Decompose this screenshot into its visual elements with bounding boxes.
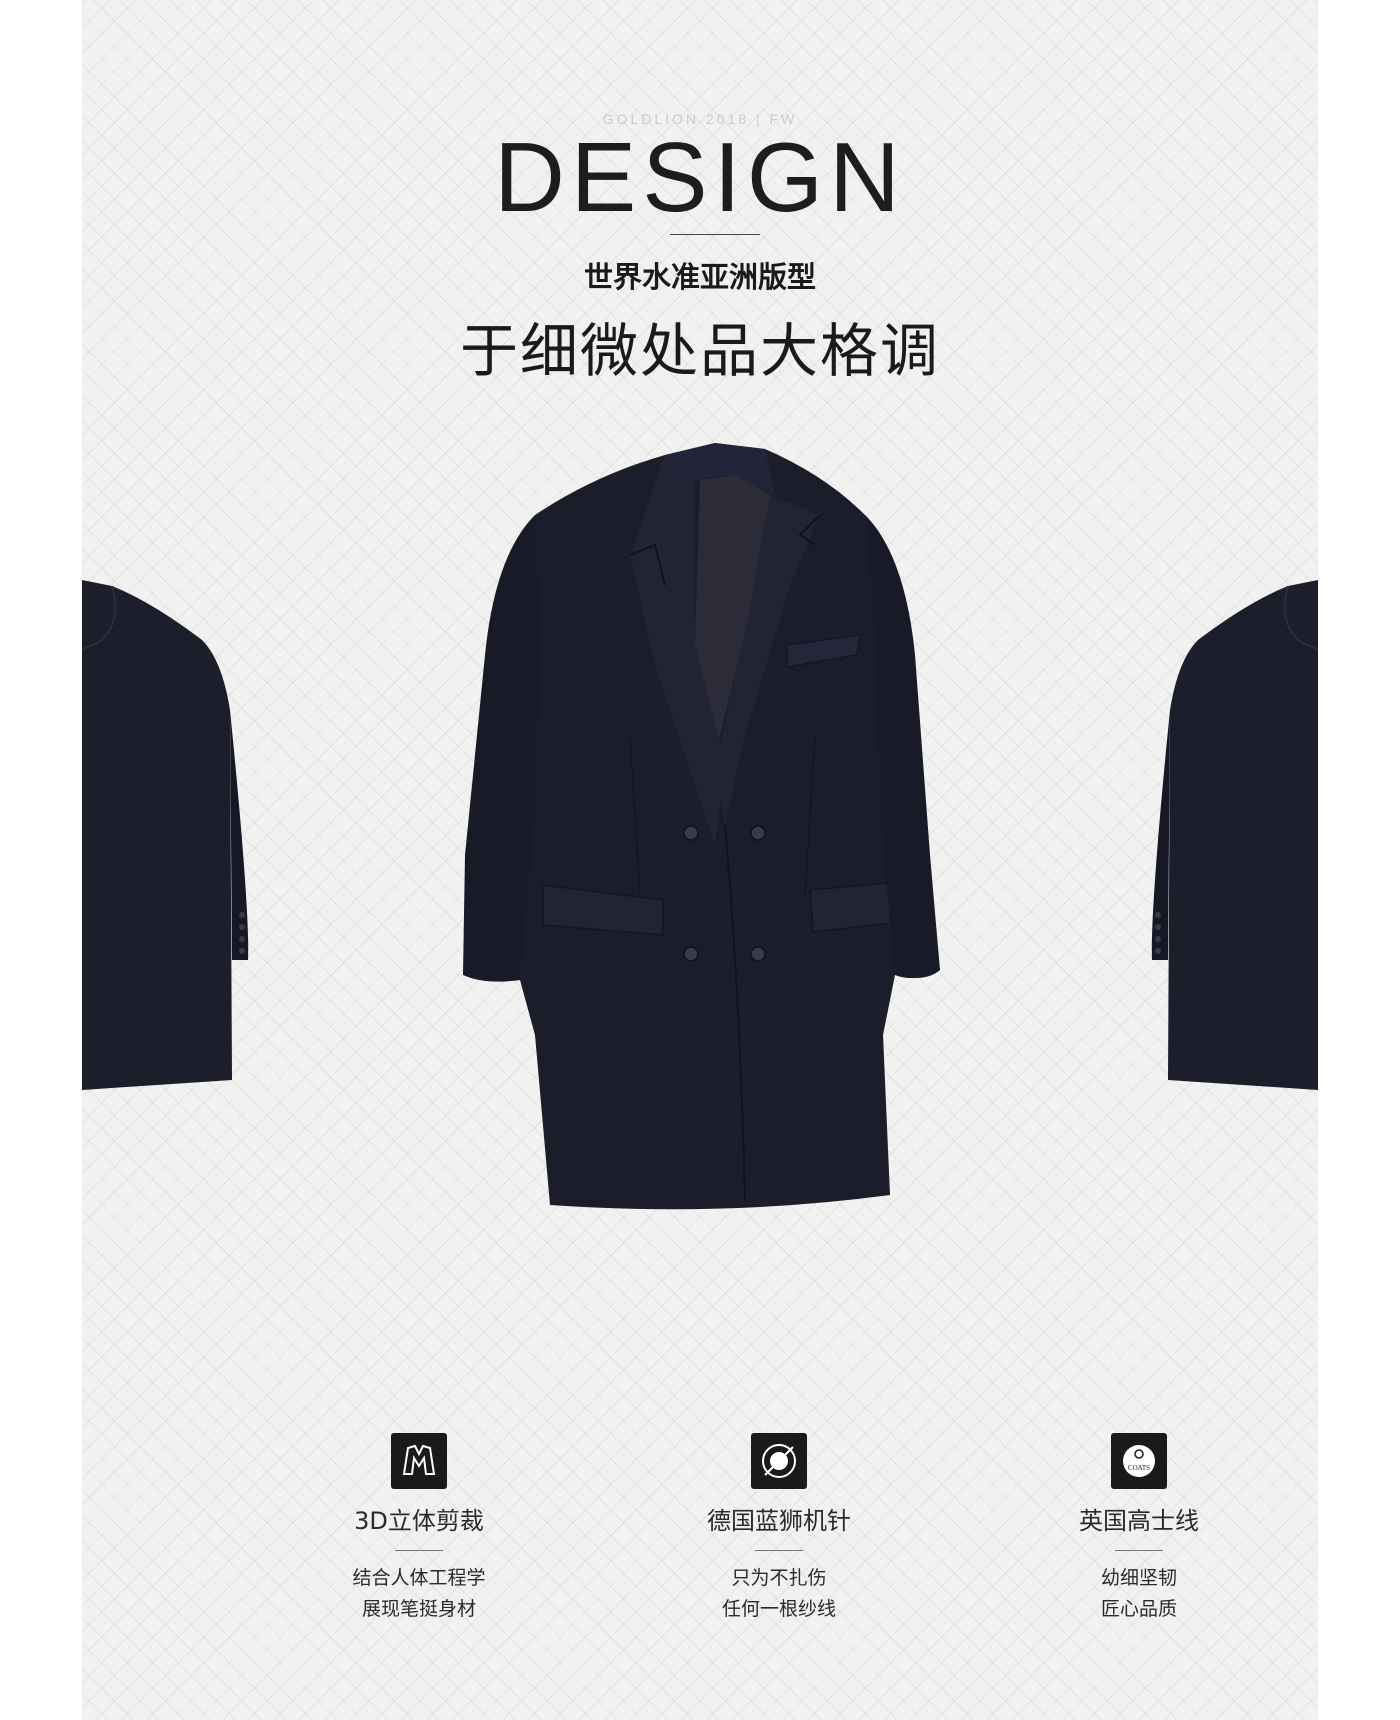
headline: DESIGN [494, 122, 906, 232]
feature-line: 只为不扎伤 [731, 1567, 827, 1589]
feature-divider [1115, 1550, 1163, 1551]
coat-left-partial-image [82, 580, 249, 1090]
feature-title: 德国蓝狮机针 [707, 1507, 851, 1535]
feature-lion-needle: 德国蓝狮机针 只为不扎伤 任何一根纱线 [629, 1433, 929, 1625]
lion-needle-icon [751, 1433, 807, 1489]
feature-coats-thread: COATS 英国高士线 幼细坚韧 匠心品质 [989, 1433, 1289, 1625]
coat-right-partial-image [1151, 580, 1318, 1090]
coat-main-image [463, 443, 940, 1210]
coats-thread-icon: COATS [1111, 1433, 1167, 1489]
coat-cut-icon [391, 1433, 447, 1489]
feature-title: 英国高士线 [1079, 1507, 1199, 1535]
slogan: 于细微处品大格调 [459, 317, 940, 385]
subtitle: 世界水准亚洲版型 [583, 260, 816, 294]
feature-line: 匠心品质 [1100, 1598, 1177, 1620]
feature-3d-cut: 3D立体剪裁 结合人体工程学 展现笔挺身材 [269, 1433, 569, 1625]
feature-divider [395, 1550, 443, 1551]
feature-title: 3D立体剪裁 [354, 1507, 484, 1535]
title-divider [670, 234, 760, 235]
feature-line: 任何一根纱线 [721, 1598, 836, 1620]
feature-line: 展现笔挺身材 [361, 1598, 476, 1620]
feature-line: 结合人体工程学 [352, 1567, 486, 1589]
feature-divider [755, 1550, 803, 1551]
feature-line: 幼细坚韧 [1100, 1567, 1177, 1589]
coats-logo-text: COATS [1128, 1464, 1150, 1472]
features-row: 3D立体剪裁 结合人体工程学 展现笔挺身材 德国蓝狮机针 只为不扎伤 任何一根纱… [82, 1433, 1318, 1653]
poster: GOLDLION 2018 | FW DESIGN 世界水准亚洲版型 于细微处品… [82, 0, 1318, 1720]
